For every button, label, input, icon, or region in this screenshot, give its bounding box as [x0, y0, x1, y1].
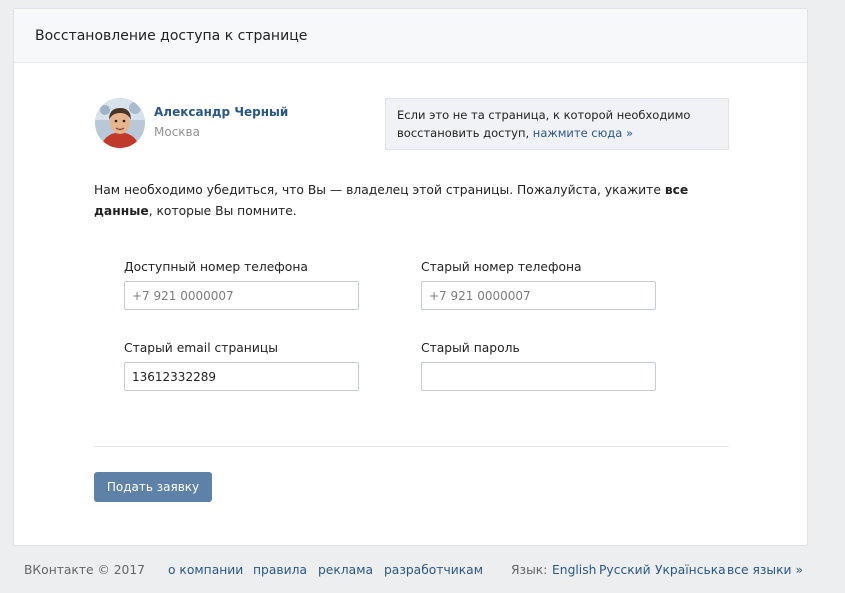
footer-copyright: ВКонтакте © 2017 — [24, 563, 145, 577]
user-avatar-icon — [95, 98, 145, 148]
card-header: Восстановление доступа к странице — [14, 9, 807, 63]
password-input[interactable] — [421, 362, 656, 391]
submit-request-button[interactable]: Подать заявку — [94, 472, 212, 502]
avatar[interactable] — [95, 98, 145, 148]
user-city: Москва — [154, 125, 200, 139]
phone-label: Доступный номер телефона — [124, 260, 308, 274]
footer-lang-english[interactable]: English — [552, 563, 596, 577]
intro-text: Нам необходимо убедиться, что Вы — владе… — [94, 180, 734, 222]
wrong-page-link[interactable]: нажмите сюда » — [533, 126, 633, 140]
intro-text-part2: , которые Вы помните. — [148, 204, 297, 218]
restore-access-card: Восстановление доступа к странице Алекса… — [13, 8, 808, 546]
wrong-page-note: Если это не та страница, к которой необх… — [385, 98, 729, 150]
intro-text-part1: Нам необходимо убедиться, что Вы — владе… — [94, 183, 661, 197]
footer: ВКонтакте © 2017 о компании правила рекл… — [0, 563, 845, 583]
footer-link-ads[interactable]: реклама — [318, 563, 373, 577]
divider — [94, 446, 729, 447]
page-title: Восстановление доступа к странице — [35, 27, 308, 44]
footer-link-about[interactable]: о компании — [168, 563, 243, 577]
old-phone-label: Старый номер телефона — [421, 260, 582, 274]
footer-lang-russian[interactable]: Русский — [599, 563, 651, 577]
footer-language-label: Язык: — [511, 563, 548, 577]
email-input[interactable] — [124, 362, 359, 391]
phone-input[interactable] — [124, 281, 359, 310]
footer-link-rules[interactable]: правила — [253, 563, 307, 577]
footer-lang-all[interactable]: все языки » — [727, 563, 803, 577]
footer-link-developers[interactable]: разработчикам — [384, 563, 483, 577]
footer-lang-ukrainian[interactable]: Українська — [655, 563, 726, 577]
email-label: Старый email страницы — [124, 341, 278, 355]
user-name[interactable]: Александр Черный — [154, 105, 288, 119]
old-phone-input[interactable] — [421, 281, 656, 310]
password-label: Старый пароль — [421, 341, 520, 355]
